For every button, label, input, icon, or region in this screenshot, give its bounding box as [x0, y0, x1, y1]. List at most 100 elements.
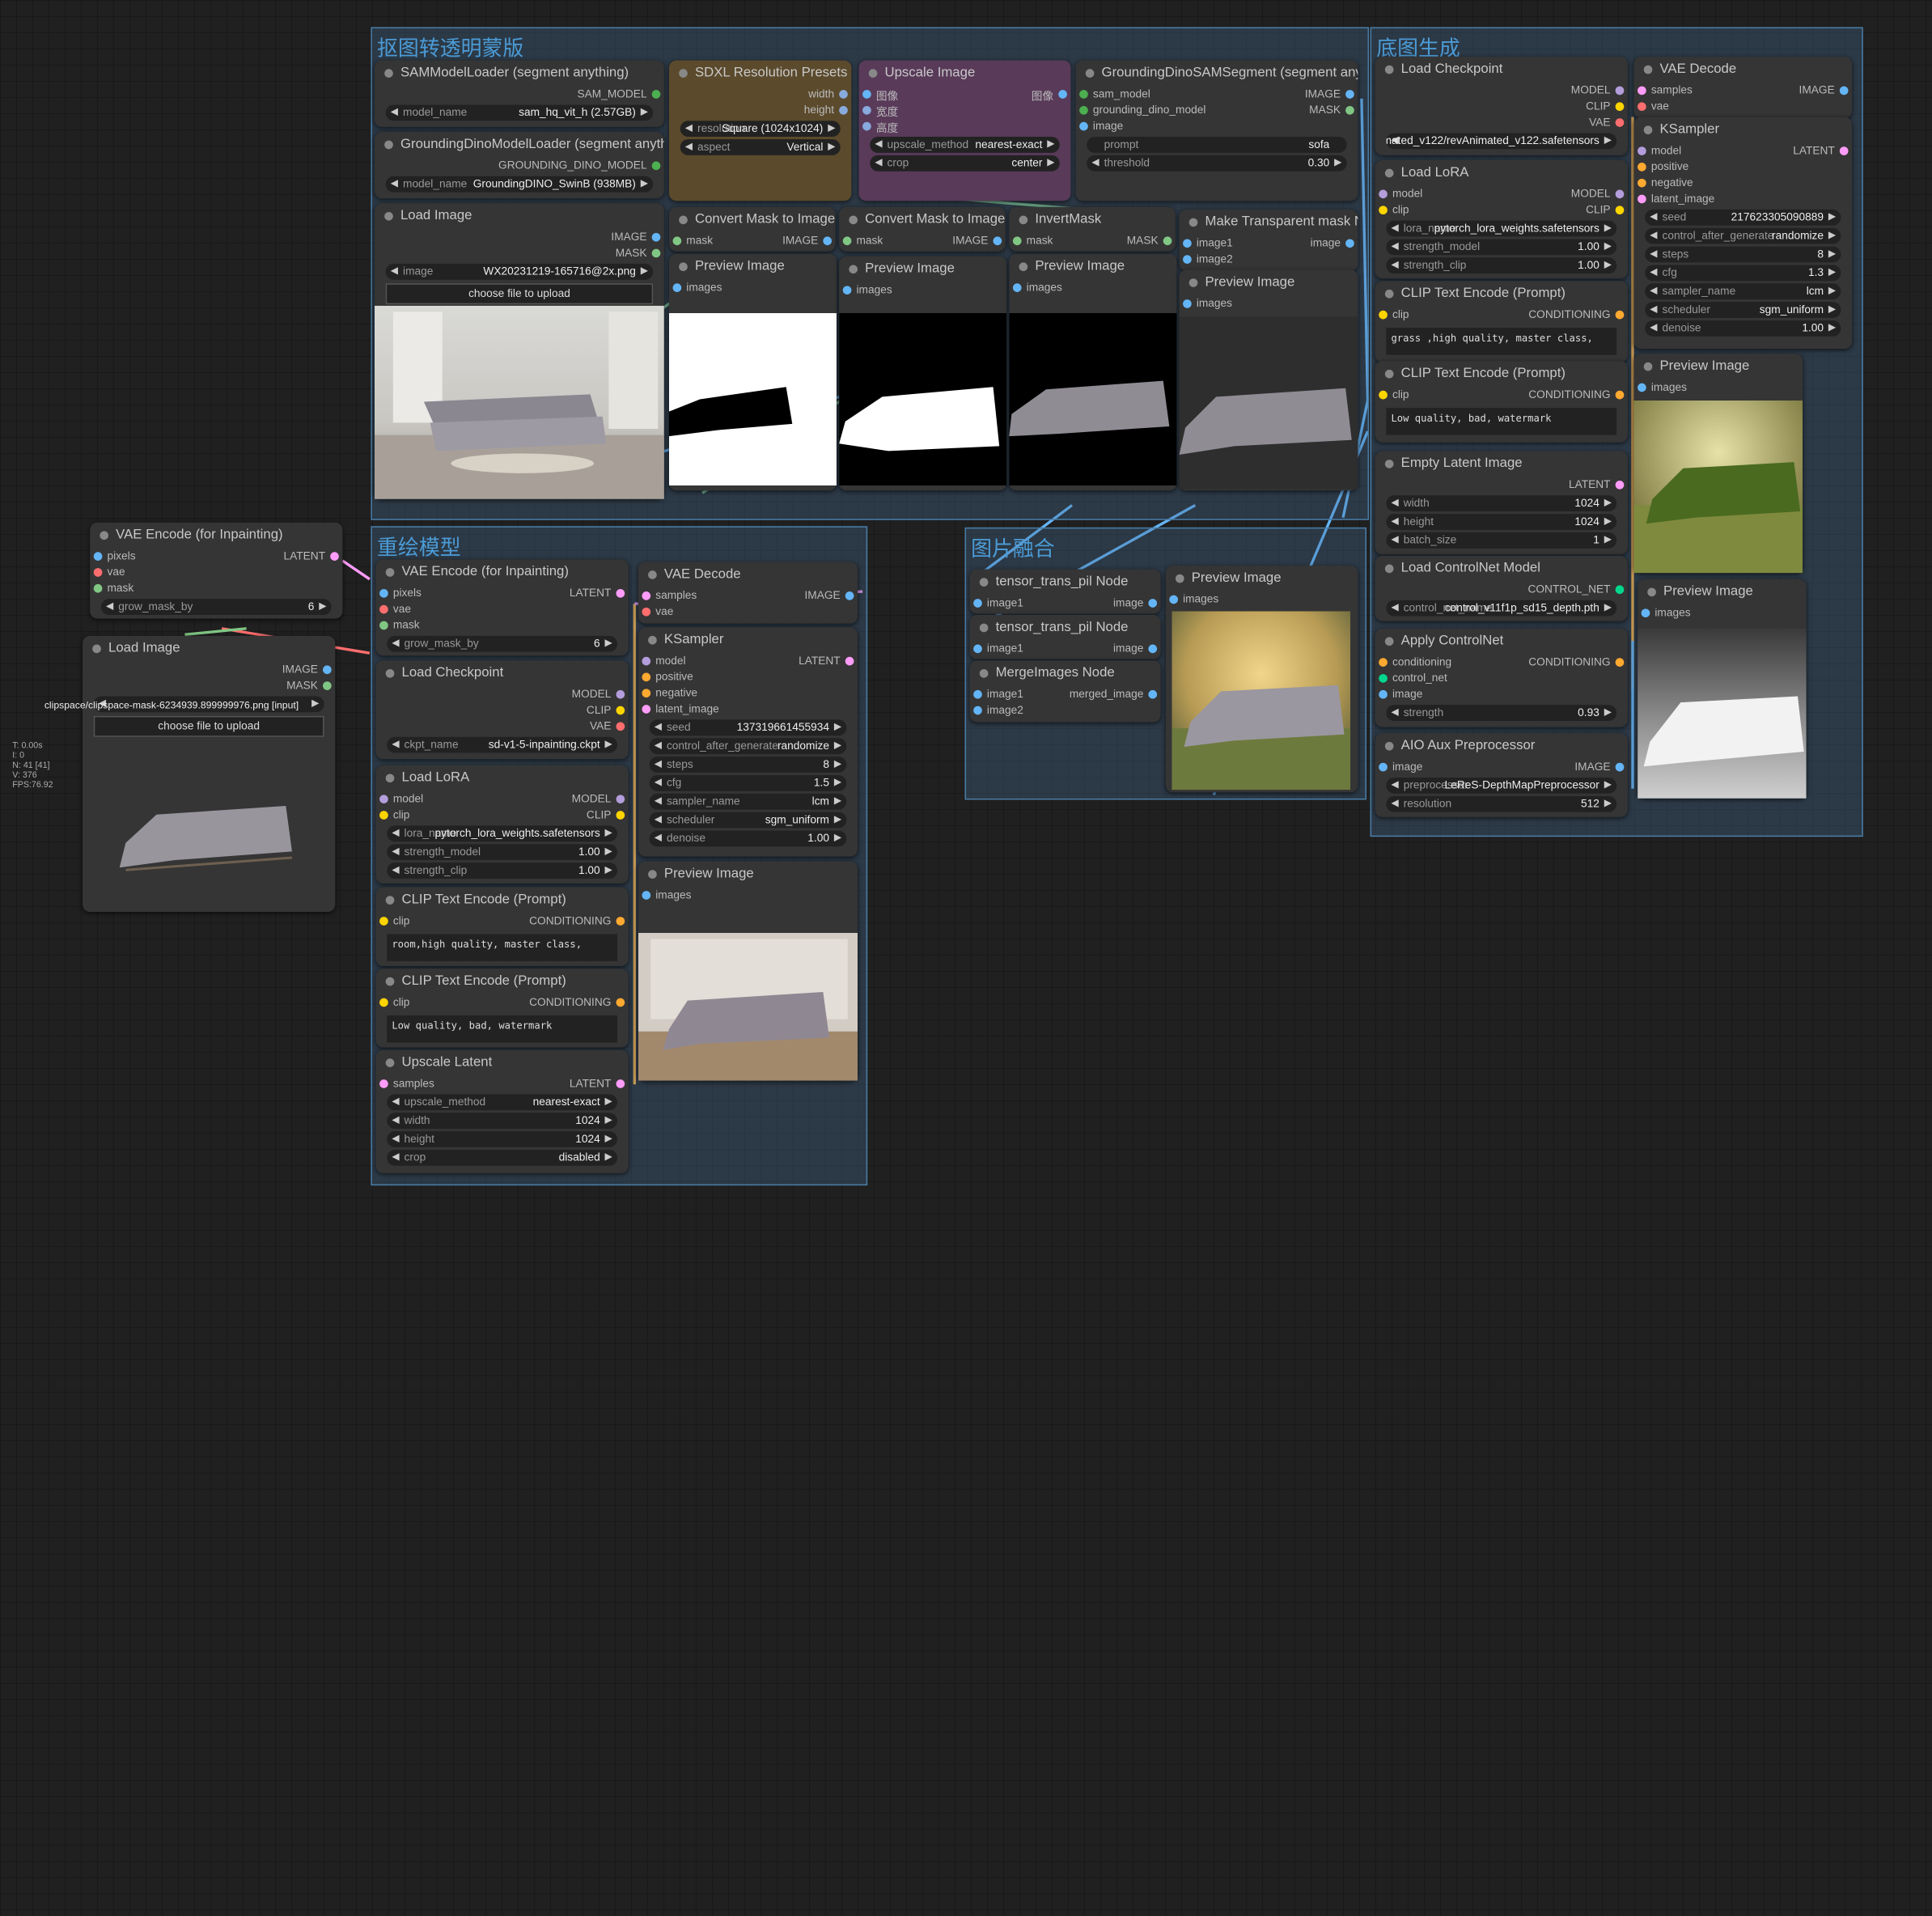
node-preview-right-1[interactable]: Preview Image images	[1633, 354, 1803, 574]
node-preview-2[interactable]: Preview Image images	[839, 256, 1007, 491]
prompt-widget[interactable]: prompt sofa	[1087, 137, 1347, 153]
input-slot[interactable]	[1638, 178, 1646, 188]
input-slot[interactable]	[379, 588, 388, 598]
output-slot[interactable]	[1345, 239, 1354, 248]
upscale-method-widget[interactable]: ◀ upscale_method nearest-exact ▶	[387, 1094, 618, 1111]
preprocessor-widget[interactable]: ◀ preprocessor LeReS-DepthMapPreprocessor ▶	[1386, 778, 1617, 794]
input-slot[interactable]	[1379, 206, 1388, 215]
upscale-method-widget[interactable]: ◀ upscale_method nearest-exact ▶	[870, 137, 1060, 153]
input-slot[interactable]	[379, 795, 388, 803]
input-slot[interactable]	[1183, 299, 1192, 308]
width-widget[interactable]: ◀ width 1024 ▶	[1386, 495, 1617, 512]
node-vae-encode-mid[interactable]: VAE Encode (for Inpainting) pixels LATENT…	[375, 559, 629, 656]
output-slot[interactable]	[1615, 658, 1625, 667]
output-slot[interactable]	[1148, 644, 1158, 654]
node-preview-3[interactable]: Preview Image images	[1009, 253, 1177, 491]
output-slot[interactable]	[651, 161, 661, 171]
node-gdino-loader[interactable]: GroundingDinoModelLoader (segment anythi…	[374, 131, 664, 199]
input-slot[interactable]	[973, 599, 982, 608]
node-merge-images[interactable]: MergeImages Node image1 merged_image imag…	[969, 660, 1161, 723]
height-widget[interactable]: ◀ height 1024 ▶	[1386, 514, 1617, 530]
output-slot[interactable]	[616, 706, 625, 715]
output-slot[interactable]	[1615, 189, 1625, 199]
control-after-generate-widget[interactable]: ◀ control_after_generate randomize ▶	[1645, 227, 1841, 244]
graph-canvas[interactable]: 抠图转透明蒙版 底图生成 重绘模型 图片融合 SAMModelLoader (s…	[0, 0, 1932, 1916]
input-slot[interactable]	[973, 689, 982, 699]
node-load-controlnet[interactable]: Load ControlNet Model CONTROL_NET ◀ contr…	[1375, 555, 1628, 621]
node-tensor-pil-2[interactable]: tensor_trans_pil Node image1 image	[969, 614, 1161, 659]
upload-button[interactable]: choose file to upload	[385, 283, 654, 305]
steps-widget[interactable]: ◀ steps 8 ▶	[1645, 246, 1841, 263]
output-slot[interactable]	[845, 591, 854, 600]
input-slot[interactable]	[1012, 283, 1022, 292]
output-slot[interactable]	[616, 998, 625, 1007]
input-slot[interactable]	[93, 583, 103, 593]
sampler-widget[interactable]: ◀ sampler_name lcm ▶	[649, 793, 847, 810]
prompt-textarea[interactable]: Low quality, bad, watermark	[1386, 408, 1617, 435]
input-slot[interactable]	[1638, 146, 1646, 155]
width-widget[interactable]: ◀ width 1024 ▶	[387, 1113, 618, 1130]
output-slot[interactable]	[1615, 206, 1625, 215]
input-slot[interactable]	[973, 644, 982, 654]
input-slot[interactable]	[93, 568, 103, 577]
height-widget[interactable]: ◀ height 1024 ▶	[387, 1131, 618, 1147]
crop-widget[interactable]: ◀ crop center ▶	[870, 155, 1060, 172]
output-slot[interactable]	[651, 232, 661, 242]
node-preview-1[interactable]: Preview Image images	[668, 253, 837, 491]
node-preview-mid[interactable]: Preview Image images	[638, 861, 858, 1081]
input-slot[interactable]	[1638, 86, 1646, 95]
input-slot[interactable]	[642, 705, 651, 714]
input-slot[interactable]	[1169, 595, 1178, 604]
output-slot[interactable]	[616, 1079, 625, 1088]
output-slot[interactable]	[323, 681, 332, 690]
node-aio-aux[interactable]: AIO Aux Preprocessor image IMAGE ◀ preproc…	[1375, 733, 1628, 817]
grow-mask-widget[interactable]: ◀ grow_mask_by 6 ▶	[100, 599, 332, 615]
input-slot[interactable]	[1379, 310, 1388, 320]
node-preview-merge[interactable]: Preview Image images	[1165, 566, 1358, 793]
threshold-widget[interactable]: ◀ threshold 0.30 ▶	[1087, 155, 1347, 172]
node-load-checkpoint-right[interactable]: Load Checkpoint MODEL CLIP VAE ◀revAnima…	[1375, 57, 1628, 155]
input-slot[interactable]	[379, 621, 388, 630]
node-lora-mid[interactable]: Load LoRA model MODEL clip CLIP ◀ lora_name…	[375, 765, 629, 884]
input-slot[interactable]	[1638, 194, 1646, 204]
cfg-widget[interactable]: ◀ cfg 1.3 ▶	[1645, 265, 1841, 282]
output-slot[interactable]	[1615, 585, 1625, 595]
scheduler-widget[interactable]: ◀ scheduler sgm_uniform ▶	[1645, 302, 1841, 318]
steps-widget[interactable]: ◀ steps 8 ▶	[649, 757, 847, 773]
input-slot[interactable]	[672, 236, 682, 246]
input-slot[interactable]	[1379, 674, 1388, 683]
output-slot[interactable]	[1148, 599, 1158, 608]
sampler-widget[interactable]: ◀ sampler_name lcm ▶	[1645, 283, 1841, 300]
output-slot[interactable]	[845, 656, 854, 666]
output-slot[interactable]	[1163, 236, 1172, 246]
node-invert-mask[interactable]: InvertMask mask MASK	[1009, 206, 1176, 252]
node-lora-right[interactable]: Load LoRA model MODEL clip CLIP ◀ lora_name…	[1375, 159, 1628, 279]
input-slot[interactable]	[862, 121, 871, 131]
node-preview-right-2[interactable]: Preview Image images	[1638, 579, 1807, 799]
input-slot[interactable]	[379, 917, 388, 926]
output-slot[interactable]	[839, 90, 848, 99]
input-slot[interactable]	[1079, 121, 1088, 131]
node-upscale-latent[interactable]: Upscale Latent samples LATENT ◀ upscale_me…	[375, 1049, 629, 1173]
node-load-image-left[interactable]: Load Image IMAGE MASK ◀ ▶ choose file to …	[83, 635, 336, 913]
input-slot[interactable]	[379, 998, 388, 1007]
node-ksampler-mid[interactable]: KSampler model LATENT positive negative l…	[638, 627, 858, 857]
controlnet-name-widget[interactable]: ◀ control_net_name control_v11f1p_sd15_dep…	[1386, 600, 1617, 617]
strength-model-widget[interactable]: ◀ strength_model 1.00 ▶	[1386, 239, 1617, 256]
resolution-widget[interactable]: ◀ resolution 512 ▶	[1386, 795, 1617, 812]
output-slot[interactable]	[651, 90, 661, 99]
node-clip-positive-mid[interactable]: CLIP Text Encode (Prompt) clip CONDITIONI…	[375, 887, 629, 967]
denoise-widget[interactable]: ◀ denoise 1.00 ▶	[649, 830, 847, 847]
input-slot[interactable]	[1379, 390, 1388, 400]
node-upscale-image[interactable]: Upscale Image 图像 图像 宽度 高度 ◀ upscale_method…	[858, 60, 1071, 201]
input-slot[interactable]	[1379, 689, 1388, 699]
input-slot[interactable]	[672, 283, 682, 292]
output-slot[interactable]	[1615, 310, 1625, 320]
output-slot[interactable]	[1615, 390, 1625, 400]
input-slot[interactable]	[379, 604, 388, 614]
node-gdino-segment[interactable]: GroundingDinoSAMSegment (segment anythin…	[1075, 60, 1358, 201]
denoise-widget[interactable]: ◀ denoise 1.00 ▶	[1645, 320, 1841, 337]
output-slot[interactable]	[616, 917, 625, 926]
input-slot[interactable]	[1183, 239, 1192, 248]
input-slot[interactable]	[642, 689, 651, 698]
